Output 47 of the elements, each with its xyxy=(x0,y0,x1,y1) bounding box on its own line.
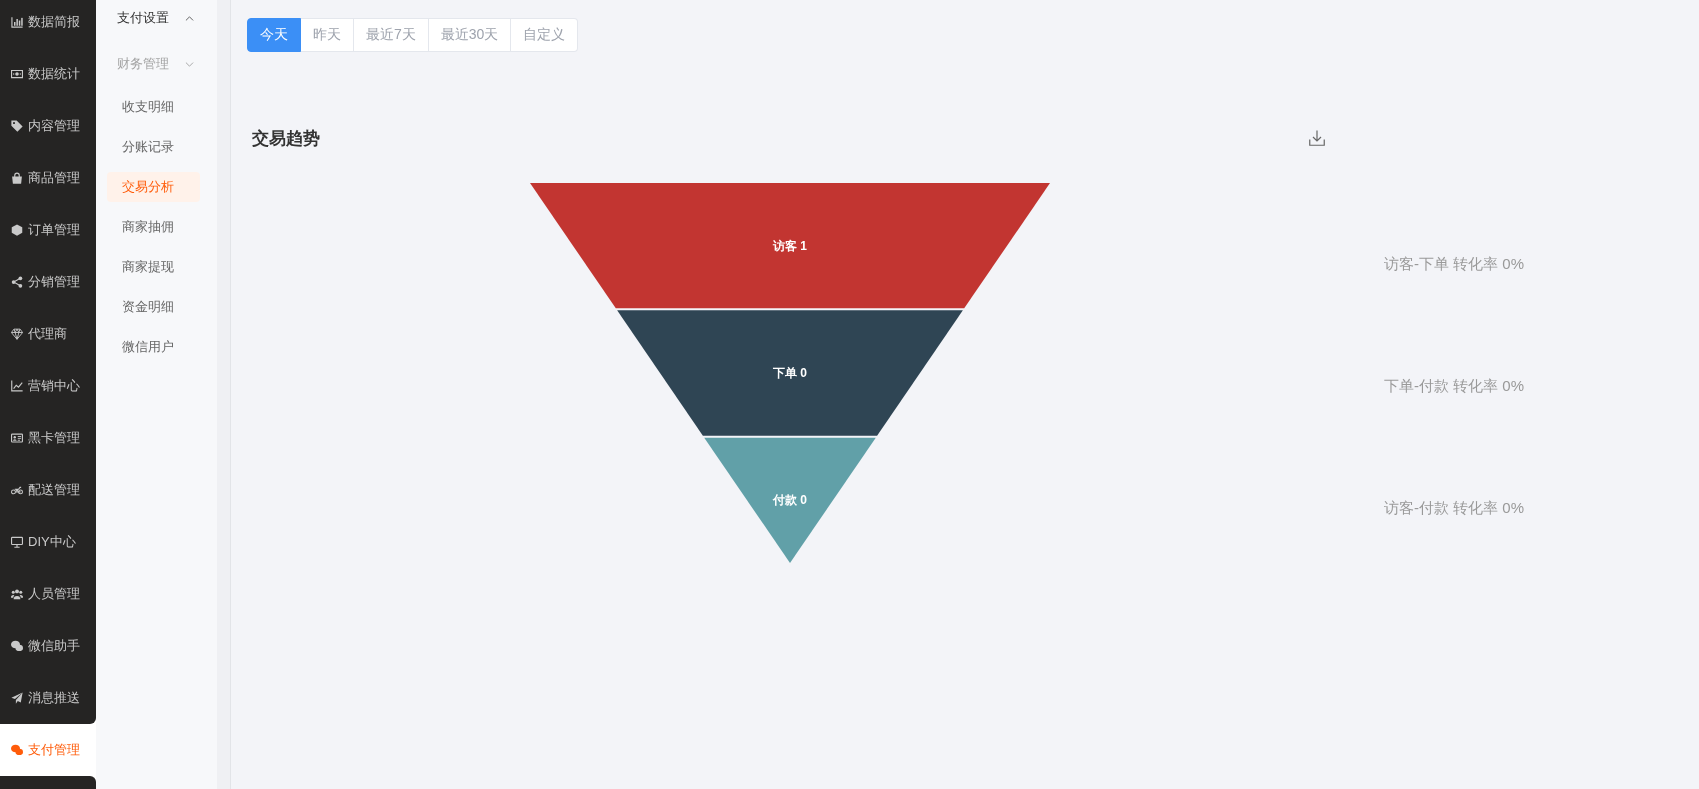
shopping-bag-icon xyxy=(11,172,23,184)
sidebar-item[interactable]: 数据简报 xyxy=(0,0,96,48)
submenu-item[interactable]: 微信用户 xyxy=(107,332,200,362)
diamond-icon xyxy=(11,328,23,340)
chat-bubbles-icon xyxy=(11,744,23,756)
users-icon xyxy=(11,588,23,600)
share-icon xyxy=(11,276,23,288)
monitor-icon xyxy=(11,536,23,548)
funnel-label: 付款 0 xyxy=(773,493,807,508)
sidebar-item[interactable]: 订单管理 xyxy=(0,204,96,256)
chevron-icon xyxy=(185,61,194,67)
sidebar-item[interactable]: 消息推送 xyxy=(0,672,96,724)
chevron-icon xyxy=(185,15,194,21)
id-card-icon xyxy=(11,432,23,444)
hexagon-icon xyxy=(11,224,23,236)
chat-bubbles-icon xyxy=(11,640,23,652)
submenu-item[interactable]: 资金明细 xyxy=(107,292,200,322)
submenu-item[interactable]: 收支明细 xyxy=(107,92,200,122)
sidebar-item[interactable]: 代理商 xyxy=(0,308,96,360)
paper-plane-icon xyxy=(11,692,23,704)
chart-title: 交易趋势 xyxy=(252,127,320,150)
sidebar-item[interactable]: 人员管理 xyxy=(0,568,96,620)
banknote-icon xyxy=(11,68,23,80)
download-icon xyxy=(1309,130,1325,146)
sidebar-item[interactable]: 营销中心 xyxy=(0,360,96,412)
funnel-label: 下单 0 xyxy=(773,366,807,380)
bike-icon xyxy=(11,484,23,496)
sidebar-item[interactable]: 商品管理 xyxy=(0,152,96,204)
sidebar-item[interactable]: 分销管理 xyxy=(0,256,96,308)
conversion-rate-text: 下单-付款 转化率 0% xyxy=(1384,376,1524,396)
submenu-group[interactable]: 支付设置 xyxy=(96,0,217,36)
download-button[interactable] xyxy=(1309,130,1325,146)
sidebar-item[interactable]: 黑卡管理 xyxy=(0,412,96,464)
tag-icon xyxy=(11,120,23,132)
sidebar-item[interactable]: 内容管理 xyxy=(0,100,96,152)
sidebar-item[interactable]: 微信助手 xyxy=(0,620,96,672)
submenu-item[interactable]: 商家抽佣 xyxy=(107,212,200,242)
line-chart-icon xyxy=(11,380,23,392)
funnel-label: 访客 1 xyxy=(773,238,807,253)
bar-chart-icon xyxy=(11,16,23,28)
sidebar-item[interactable]: 数据统计 xyxy=(0,48,96,100)
submenu-item[interactable]: 分账记录 xyxy=(107,132,200,162)
sidebar-item[interactable]: DIY中心 xyxy=(0,516,96,568)
conversion-rate-text: 访客-付款 转化率 0% xyxy=(1384,498,1524,518)
conversion-rate-text: 访客-下单 转化率 0% xyxy=(1384,254,1524,274)
submenu-item[interactable]: 商家提现 xyxy=(107,252,200,282)
sidebar-item[interactable]: 配送管理 xyxy=(0,464,96,516)
